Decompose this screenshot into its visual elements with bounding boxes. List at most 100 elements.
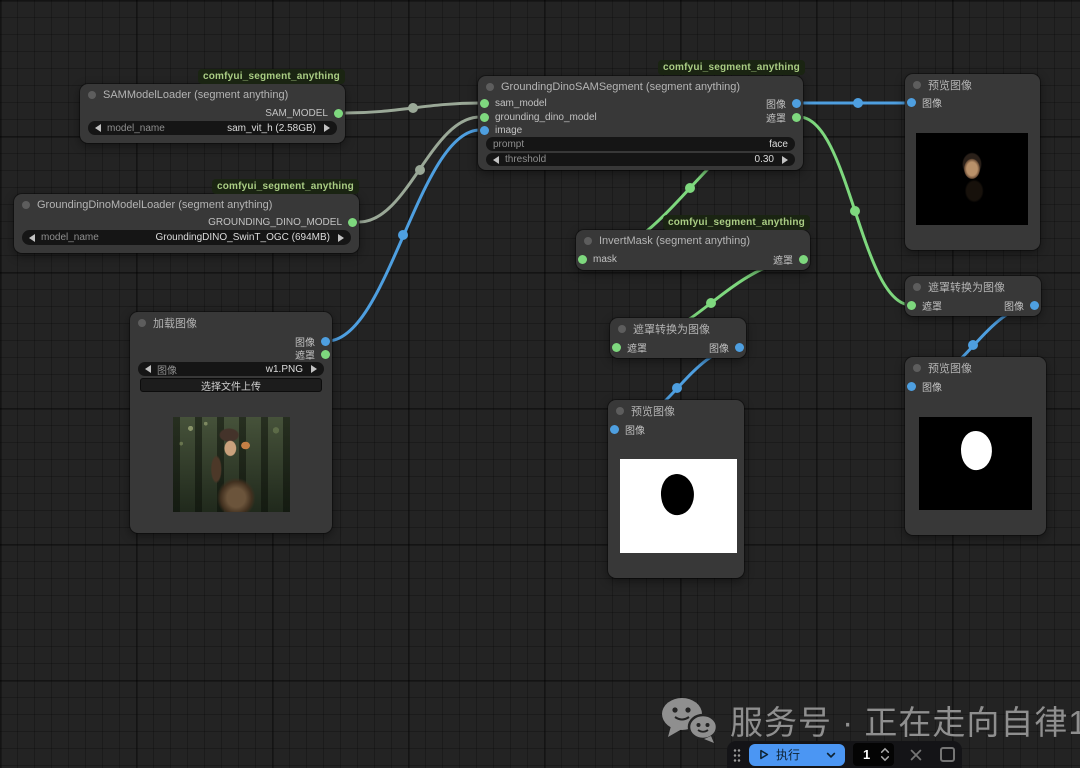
widget-label: 图像	[157, 362, 177, 377]
input-port-image[interactable]	[480, 126, 489, 135]
input-label: grounding_dino_model	[495, 112, 597, 123]
node-collapse-dot[interactable]	[486, 83, 494, 91]
node-collection-badge: comfyui_segment_anything	[663, 215, 810, 230]
image-file-combo[interactable]: 图像 w1.PNG	[138, 362, 324, 376]
combo-prev-icon[interactable]	[145, 365, 151, 373]
input-port-mask[interactable]	[612, 343, 621, 352]
node-mask-to-image-center[interactable]: 遮罩转换为图像 遮罩 图像	[610, 318, 746, 358]
output-port-grounding-dino-model[interactable]	[348, 218, 357, 227]
prompt-text-input[interactable]: prompt face	[486, 137, 795, 151]
output-label: 图像	[1004, 298, 1024, 313]
node-invert-mask[interactable]: InvertMask (segment anything) mask 遮罩	[576, 230, 810, 270]
play-icon	[757, 748, 770, 761]
input-port-image[interactable]	[907, 382, 916, 391]
upload-file-button[interactable]: 选择文件上传	[140, 378, 322, 392]
node-preview-image-top-right[interactable]: 预览图像 图像	[905, 74, 1040, 250]
input-label: 遮罩	[627, 340, 647, 355]
node-collection-badge: comfyui_segment_anything	[198, 69, 345, 84]
node-preview-image-center[interactable]: 预览图像 图像	[608, 400, 744, 578]
combo-prev-icon[interactable]	[95, 124, 101, 132]
preview-image-mask	[919, 417, 1032, 510]
input-label: 图像	[922, 379, 942, 394]
watermark-text: 服务号 · 正在走向自律1	[730, 696, 1080, 744]
node-collapse-dot[interactable]	[22, 201, 30, 209]
node-collection-badge: comfyui_segment_anything	[658, 60, 805, 75]
batch-count-input[interactable]: 1	[853, 743, 894, 766]
combo-next-icon[interactable]	[324, 124, 330, 132]
combo-next-icon[interactable]	[338, 234, 344, 242]
preview-image-segmented-face	[916, 133, 1028, 225]
node-collapse-dot[interactable]	[913, 283, 921, 291]
watermark: 服务号 · 正在走向自律1	[660, 696, 1080, 744]
run-button-label: 执行	[776, 746, 800, 763]
node-title: 预览图像	[928, 360, 972, 376]
queue-toolbar[interactable]: 执行 1	[727, 741, 962, 768]
node-title-bar: SAMModelLoader (segment anything)	[80, 84, 345, 106]
stepper-up-icon[interactable]	[880, 747, 890, 754]
model-name-combo[interactable]: model_name sam_vit_h (2.58GB)	[88, 121, 337, 135]
combo-prev-icon[interactable]	[29, 234, 35, 242]
output-port-mask[interactable]	[792, 113, 801, 122]
node-title: 预览图像	[631, 403, 675, 419]
input-label: sam_model	[495, 98, 547, 109]
node-grounding-dino-model-loader[interactable]: GroundingDinoModelLoader (segment anythi…	[14, 194, 359, 253]
input-label: 遮罩	[922, 298, 942, 313]
node-collapse-dot[interactable]	[618, 325, 626, 333]
node-load-image[interactable]: 加载图像 图像 遮罩 图像 w1.PNG 选择文件上传	[130, 312, 332, 533]
preview-image-inverted-mask	[620, 459, 737, 553]
number-decrease-icon[interactable]	[493, 156, 499, 164]
node-preview-image-bottom-right[interactable]: 预览图像 图像	[905, 357, 1046, 535]
node-title: 预览图像	[928, 77, 972, 93]
node-collapse-dot[interactable]	[913, 364, 921, 372]
output-port-image[interactable]	[735, 343, 744, 352]
node-title: GroundingDinoModelLoader (segment anythi…	[37, 199, 272, 211]
node-graph-canvas[interactable]: comfyui_segment_anything comfyui_segment…	[0, 0, 1080, 768]
model-name-combo[interactable]: model_name GroundingDINO_SwinT_OGC (694M…	[22, 230, 351, 245]
link-midpoint-dot	[706, 298, 716, 308]
node-collapse-dot[interactable]	[616, 407, 624, 415]
output-port-image[interactable]	[1030, 301, 1039, 310]
node-grounding-dino-sam-segment[interactable]: GroundingDinoSAMSegment (segment anythin…	[478, 76, 803, 170]
node-title-bar: InvertMask (segment anything)	[576, 230, 810, 252]
node-collapse-dot[interactable]	[88, 91, 96, 99]
drag-handle-icon[interactable]	[733, 748, 741, 762]
link-midpoint-dot	[672, 383, 682, 393]
output-port-image[interactable]	[321, 337, 330, 346]
node-mask-to-image-right[interactable]: 遮罩转换为图像 遮罩 图像	[905, 276, 1041, 316]
batch-count-value: 1	[863, 747, 870, 762]
node-sam-model-loader[interactable]: SAMModelLoader (segment anything) SAM_MO…	[80, 84, 345, 143]
stop-icon[interactable]	[940, 747, 955, 762]
widget-value: GroundingDINO_SwinT_OGC (694MB)	[155, 232, 330, 243]
input-port-image[interactable]	[610, 425, 619, 434]
input-port-image[interactable]	[907, 98, 916, 107]
input-port-mask[interactable]	[578, 255, 587, 264]
input-port-grounding-dino-model[interactable]	[480, 113, 489, 122]
link-midpoint-dot	[685, 183, 695, 193]
node-title: 遮罩转换为图像	[633, 321, 710, 337]
chevron-down-icon[interactable]	[825, 749, 837, 761]
input-port-mask[interactable]	[907, 301, 916, 310]
node-collapse-dot[interactable]	[584, 237, 592, 245]
input-label: mask	[593, 254, 617, 265]
stepper-down-icon[interactable]	[880, 755, 890, 762]
combo-next-icon[interactable]	[311, 365, 317, 373]
node-title-bar: 预览图像	[608, 400, 744, 422]
node-collapse-dot[interactable]	[913, 81, 921, 89]
mask-blob	[659, 472, 697, 517]
node-title-bar: 预览图像	[905, 357, 1046, 379]
widget-value: 0.30	[755, 154, 774, 165]
run-button[interactable]: 执行	[749, 744, 845, 766]
node-title: SAMModelLoader (segment anything)	[103, 89, 288, 101]
input-port-sam-model[interactable]	[480, 99, 489, 108]
node-title: GroundingDinoSAMSegment (segment anythin…	[501, 81, 740, 93]
clear-queue-icon[interactable]	[908, 747, 924, 763]
node-collapse-dot[interactable]	[138, 319, 146, 327]
output-port-mask[interactable]	[799, 255, 808, 264]
output-port-sam-model[interactable]	[334, 109, 343, 118]
node-title: 遮罩转换为图像	[928, 279, 1005, 295]
threshold-number-widget[interactable]: threshold 0.30	[486, 153, 795, 166]
output-label: GROUNDING_DINO_MODEL	[208, 217, 342, 228]
output-port-image[interactable]	[792, 99, 801, 108]
number-increase-icon[interactable]	[782, 156, 788, 164]
output-port-mask[interactable]	[321, 350, 330, 359]
